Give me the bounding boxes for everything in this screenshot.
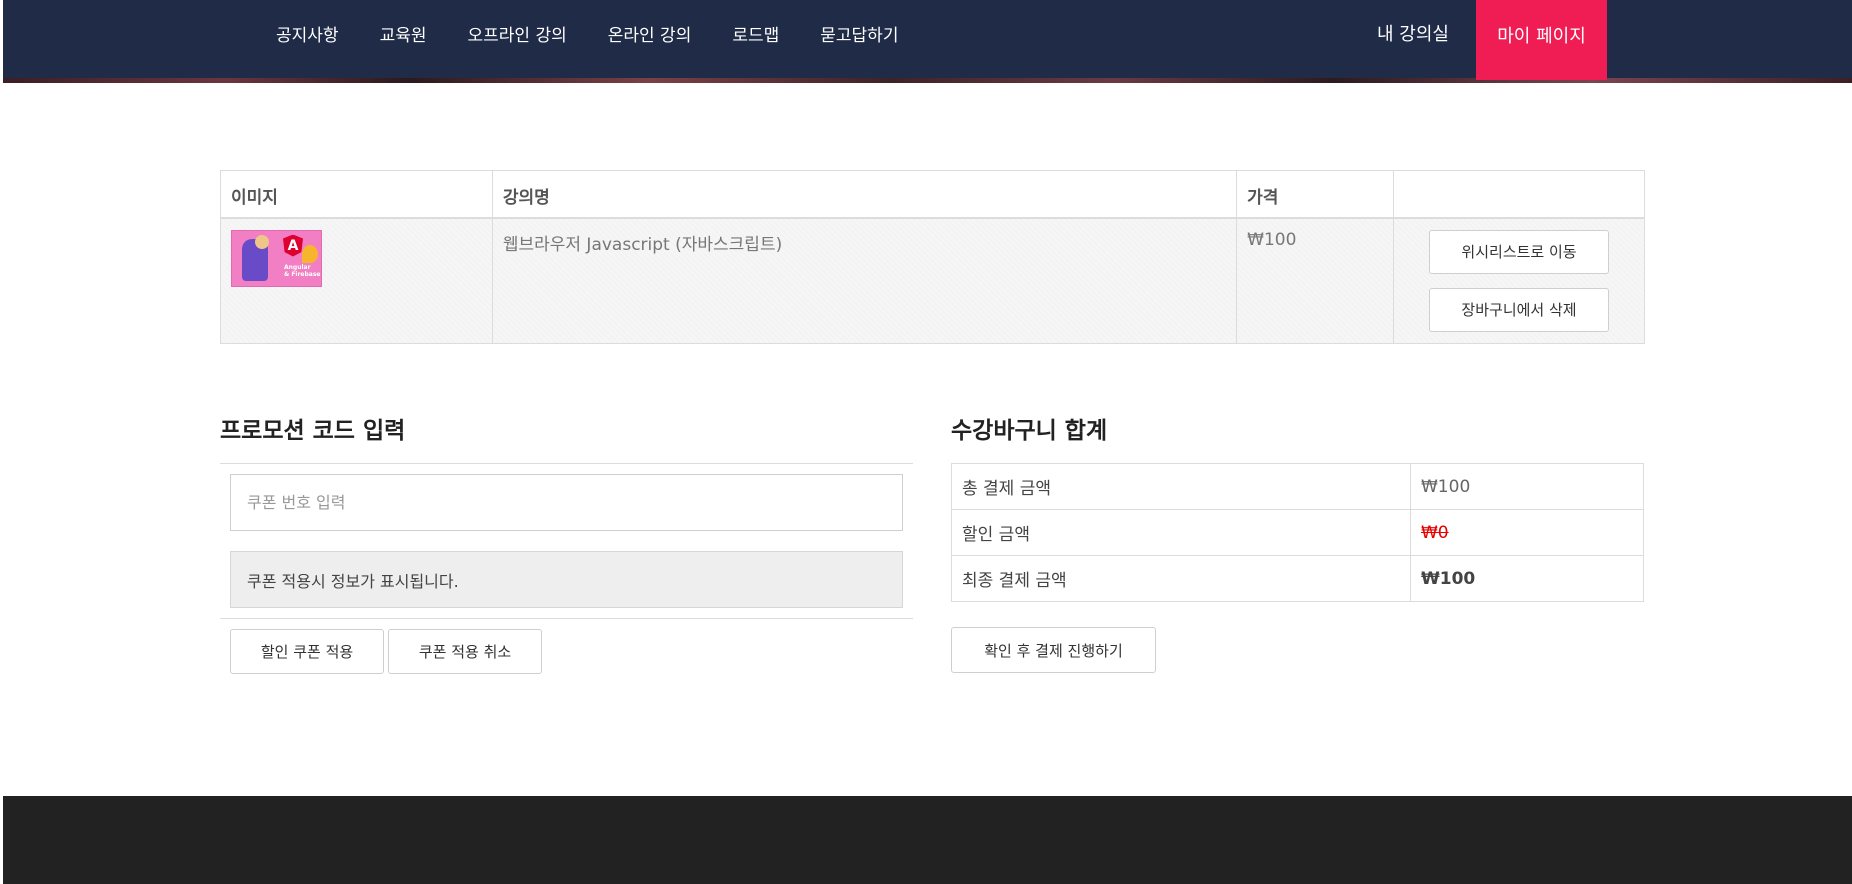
promotion-title: 프로모션 코드 입력 [220, 418, 406, 444]
thumbnail-caption: Angular & Firebase [284, 264, 321, 278]
main-nav: 공지사항 교육원 오프라인 강의 온라인 강의 로드맵 묻고답하기 [276, 0, 939, 66]
cart-totals-section: 수강바구니 합계 총 결제 금액 ₩100 할인 금액 ₩0 최종 결제 금액 … [951, 415, 1644, 673]
cell-course-name[interactable]: 웹브라우저 Javascript (자바스크립트) [491, 217, 1238, 344]
apply-coupon-button[interactable]: 할인 쿠폰 적용 [230, 629, 384, 674]
final-amount-label: 최종 결제 금액 [951, 555, 1411, 602]
nav-item-notice[interactable]: 공지사항 [276, 21, 339, 46]
move-to-wishlist-button[interactable]: 위시리스트로 이동 [1429, 229, 1610, 274]
remove-from-cart-button[interactable]: 장바구니에서 삭제 [1429, 287, 1610, 332]
final-amount-row: 최종 결제 금액 ₩100 [951, 555, 1644, 602]
angular-logo-icon: A [283, 234, 303, 257]
nav-item-academy[interactable]: 교육원 [380, 21, 427, 46]
column-header-image: 이미지 [220, 170, 493, 219]
course-thumbnail[interactable]: A Angular & Firebase [231, 229, 322, 287]
nav-item-online-lecture[interactable]: 온라인 강의 [608, 21, 692, 46]
proceed-to-checkout-button[interactable]: 확인 후 결제 진행하기 [951, 627, 1156, 673]
firebase-logo-icon [302, 244, 318, 263]
thumbnail-caption-line-1: Angular [284, 263, 311, 271]
final-amount-value: ₩100 [1410, 555, 1644, 602]
column-header-course-name: 강의명 [491, 170, 1238, 219]
column-header-actions [1393, 170, 1645, 219]
promotion-buttons: 할인 쿠폰 적용 쿠폰 적용 취소 [230, 629, 913, 674]
promotion-code-section: 프로모션 코드 입력 쿠폰 적용시 정보가 표시됩니다. 할인 쿠폰 적용 쿠폰… [220, 415, 913, 674]
coupon-info-box: 쿠폰 적용시 정보가 표시됩니다. [230, 551, 903, 608]
discount-amount-row: 할인 금액 ₩0 [951, 509, 1644, 556]
total-amount-label: 총 결제 금액 [951, 463, 1411, 510]
thumbnail-caption-line-2: & Firebase [284, 270, 321, 278]
promotion-divider-top [220, 463, 913, 464]
column-header-price: 가격 [1236, 170, 1395, 219]
cancel-coupon-button[interactable]: 쿠폰 적용 취소 [388, 629, 542, 674]
my-page-button[interactable]: 마이 페이지 [1476, 0, 1607, 80]
coupon-code-input[interactable] [230, 474, 903, 531]
discount-amount-label: 할인 금액 [951, 509, 1411, 556]
promotion-divider-bottom [220, 618, 913, 619]
cell-image: A Angular & Firebase [220, 217, 493, 344]
totals-title: 수강바구니 합계 [951, 418, 1108, 444]
cart-table-header: 이미지 강의명 가격 [220, 170, 1645, 219]
my-classroom-link[interactable]: 내 강의실 [1377, 0, 1449, 66]
total-amount-row: 총 결제 금액 ₩100 [951, 463, 1644, 510]
page-footer [3, 796, 1852, 884]
cell-price: ₩100 [1236, 217, 1395, 344]
cell-actions: 위시리스트로 이동 장바구니에서 삭제 [1393, 217, 1645, 344]
nav-item-roadmap[interactable]: 로드맵 [732, 21, 779, 46]
thumbnail-head-illustration [255, 234, 269, 249]
nav-item-offline-lecture[interactable]: 오프라인 강의 [467, 21, 566, 46]
total-amount-value: ₩100 [1410, 463, 1644, 510]
nav-item-qna[interactable]: 묻고답하기 [820, 21, 898, 46]
totals-table: 총 결제 금액 ₩100 할인 금액 ₩0 최종 결제 금액 ₩100 [951, 463, 1644, 602]
row-actions: 위시리스트로 이동 장바구니에서 삭제 [1404, 229, 1634, 332]
discount-amount-value: ₩0 [1410, 509, 1644, 556]
table-row: A Angular & Firebase 웹브라우저 Javascript (자… [220, 217, 1645, 344]
cart-table: 이미지 강의명 가격 A Angular & Firebase 웹브라우저 Ja… [220, 170, 1645, 344]
